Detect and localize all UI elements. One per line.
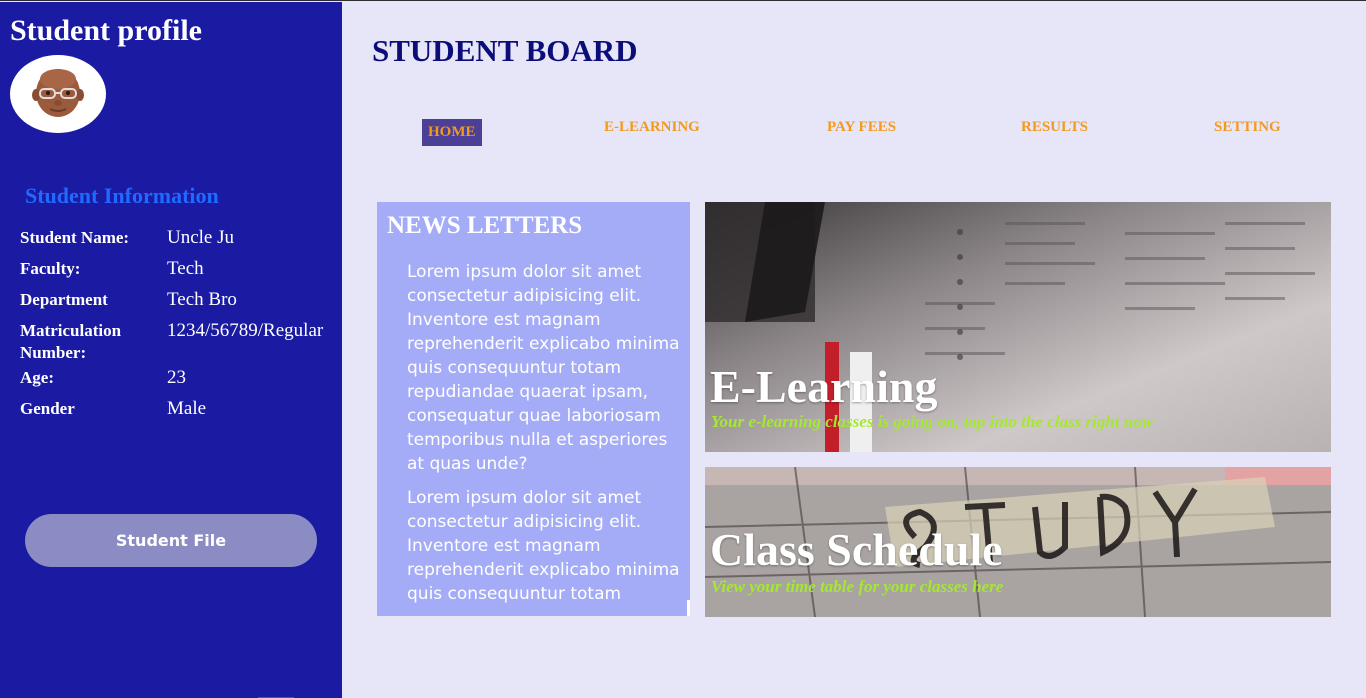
- info-value: Uncle Ju: [167, 227, 235, 248]
- info-value: 1234/56789/Regular: [167, 320, 324, 341]
- sidebar-title: Student profile: [10, 14, 202, 47]
- newsletter-body: Lorem ipsum dolor sit amet consectetur a…: [407, 260, 682, 616]
- info-label: Age:: [20, 368, 54, 387]
- e-learning-card[interactable]: E-Learning Your e-learning classes is go…: [705, 202, 1331, 452]
- newsletter-paragraph: Lorem ipsum dolor sit amet consectetur a…: [407, 488, 680, 604]
- nav-item-e-learning[interactable]: E-LEARNING: [604, 119, 700, 136]
- info-label: Matriculation Number:: [20, 321, 122, 362]
- nav-item-setting[interactable]: SETTING: [1214, 119, 1281, 136]
- avatar-face-icon: [32, 69, 84, 117]
- profile-sidebar: Student profile Student Information Stud…: [0, 2, 342, 698]
- card-subtitle: Your e-learning classes is going on, tap…: [711, 412, 1154, 431]
- info-value: 23: [167, 367, 186, 388]
- page-title: STUDENT BOARD: [372, 33, 638, 68]
- nav-item-home[interactable]: HOME: [422, 119, 482, 146]
- info-label: Faculty:: [20, 259, 81, 278]
- info-value: Tech Bro: [167, 289, 237, 310]
- info-value: Male: [167, 398, 207, 419]
- newsletter-scrollbar[interactable]: [687, 600, 690, 616]
- info-label: Gender: [20, 399, 75, 418]
- nav-item-pay-fees[interactable]: PAY FEES: [827, 119, 896, 136]
- student-info-heading: Student Information: [25, 183, 219, 208]
- nav-item-results[interactable]: RESULTS: [1021, 119, 1088, 136]
- info-label: Student Name:: [20, 228, 130, 247]
- newsletter-panel[interactable]: NEWS LETTERS Lorem ipsum dolor sit amet …: [377, 202, 690, 616]
- newsletter-title: NEWS LETTERS: [387, 212, 583, 239]
- student-file-button[interactable]: Student File: [25, 514, 317, 567]
- avatar: [10, 55, 106, 133]
- card-subtitle: View your time table for your classes he…: [711, 577, 1004, 596]
- card-title: Class Schedule: [710, 524, 1003, 575]
- info-label: Department: [20, 290, 108, 309]
- newsletter-paragraph: Lorem ipsum dolor sit amet consectetur a…: [407, 262, 680, 474]
- class-schedule-card[interactable]: Class Schedule View your time table for …: [705, 467, 1331, 617]
- info-value: Tech: [167, 258, 204, 279]
- card-title: E-Learning: [710, 361, 938, 412]
